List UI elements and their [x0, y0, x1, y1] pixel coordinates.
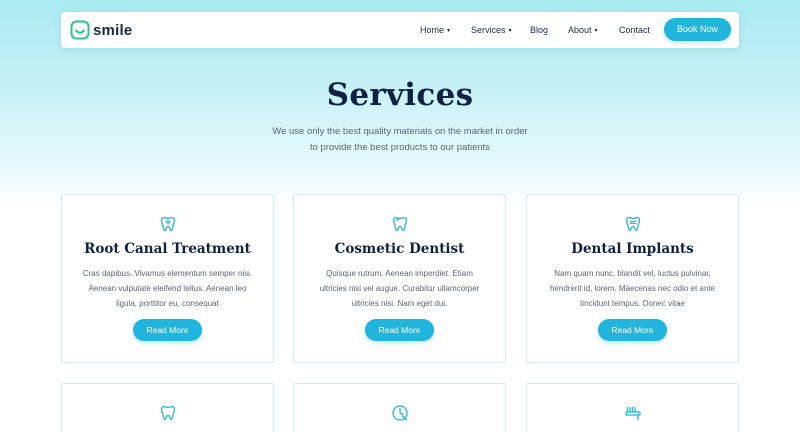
nav-home[interactable]: Home ▾: [420, 12, 450, 48]
subtitle-line: to provide the best products to our pati…: [309, 141, 491, 153]
service-card-5: [293, 383, 506, 432]
book-now-button[interactable]: Book Now: [664, 18, 731, 41]
card-description-line: Aenean vulputate eleifend tellus. Aenean…: [88, 284, 247, 293]
nav-about[interactable]: About ▾: [568, 12, 598, 48]
service-card-4: [61, 383, 274, 432]
nav-blog-label: Blog: [530, 25, 549, 35]
card-title: Root Canal Treatment: [84, 241, 251, 257]
card-description: Nam quam nunc, blandit vel, luctus pulvi…: [541, 266, 724, 311]
logo-text: smile: [93, 21, 133, 39]
page-title: Services: [326, 77, 474, 113]
nav-services[interactable]: Services ▾: [471, 12, 512, 48]
nav-blog[interactable]: Blog: [530, 12, 548, 48]
card-description-line: Cras dapibus. Vivamus elementum semper n…: [82, 269, 253, 278]
card-title: Cosmetic Dentist: [334, 241, 465, 257]
card-description: Cras dapibus. Vivamus elementum semper n…: [76, 266, 259, 311]
page-subtitle: We use only the best quality materials o…: [250, 124, 550, 155]
toothbrush-icon: [624, 404, 642, 422]
card-description-line: ultricies nisi. Nam eget dui.: [351, 299, 448, 308]
service-card-implants: Dental Implants Nam quam nunc, blandit v…: [526, 194, 739, 363]
navbar: smile Home ▾ Services ▾ Blog About ▾ Contac…: [61, 12, 739, 48]
nav-home-label: Home: [420, 25, 445, 35]
smile-logo-icon: [70, 20, 90, 40]
logo[interactable]: smile: [70, 20, 132, 40]
service-card-cosmetic: Cosmetic Dentist Quisque rutrum. Aenean …: [293, 194, 506, 363]
chevron-down-icon: ▾: [594, 28, 598, 34]
card-description-line: Quisque rutrum. Aenean imperdiet. Etiam: [326, 269, 473, 278]
chevron-down-icon: ▾: [508, 28, 512, 34]
subtitle-line: We use only the best quality materials o…: [272, 126, 528, 137]
card-description-line: ultricies nisi vel augue. Curabitur ulla…: [319, 284, 480, 293]
tooth-icon: [159, 404, 177, 422]
card-description-line: tincidunt tempus. Donec vitae: [580, 299, 685, 308]
card-title: Dental Implants: [571, 241, 694, 257]
nav-about-label: About: [568, 25, 592, 35]
card-description: Quisque rutrum. Aenean imperdiet. Etiam …: [308, 266, 491, 311]
nav-services-label: Services: [471, 25, 506, 35]
card-description-line: hendrerit id, lorem. Maecenas nec odio e…: [550, 284, 715, 293]
nav-contact-label: Contact: [619, 25, 651, 35]
chevron-down-icon: ▾: [447, 28, 451, 34]
service-card-root-canal: Root Canal Treatment Cras dapibus. Vivam…: [61, 194, 274, 363]
tooth-icon: [624, 215, 642, 233]
card-description-line: ligula, porttitor eu, consequat: [116, 299, 219, 308]
dental-clinic-icon: [391, 404, 409, 422]
card-description-line: Nam quam nunc, blandit vel, luctus pulvi…: [554, 269, 711, 278]
read-more-button[interactable]: Read More: [365, 319, 434, 341]
tooth-icon: [391, 215, 409, 233]
tooth-icon: [159, 215, 177, 233]
nav-contact[interactable]: Contact: [619, 12, 650, 48]
service-card-6: [526, 383, 739, 432]
read-more-button[interactable]: Read More: [133, 319, 202, 341]
read-more-button[interactable]: Read More: [598, 319, 667, 341]
